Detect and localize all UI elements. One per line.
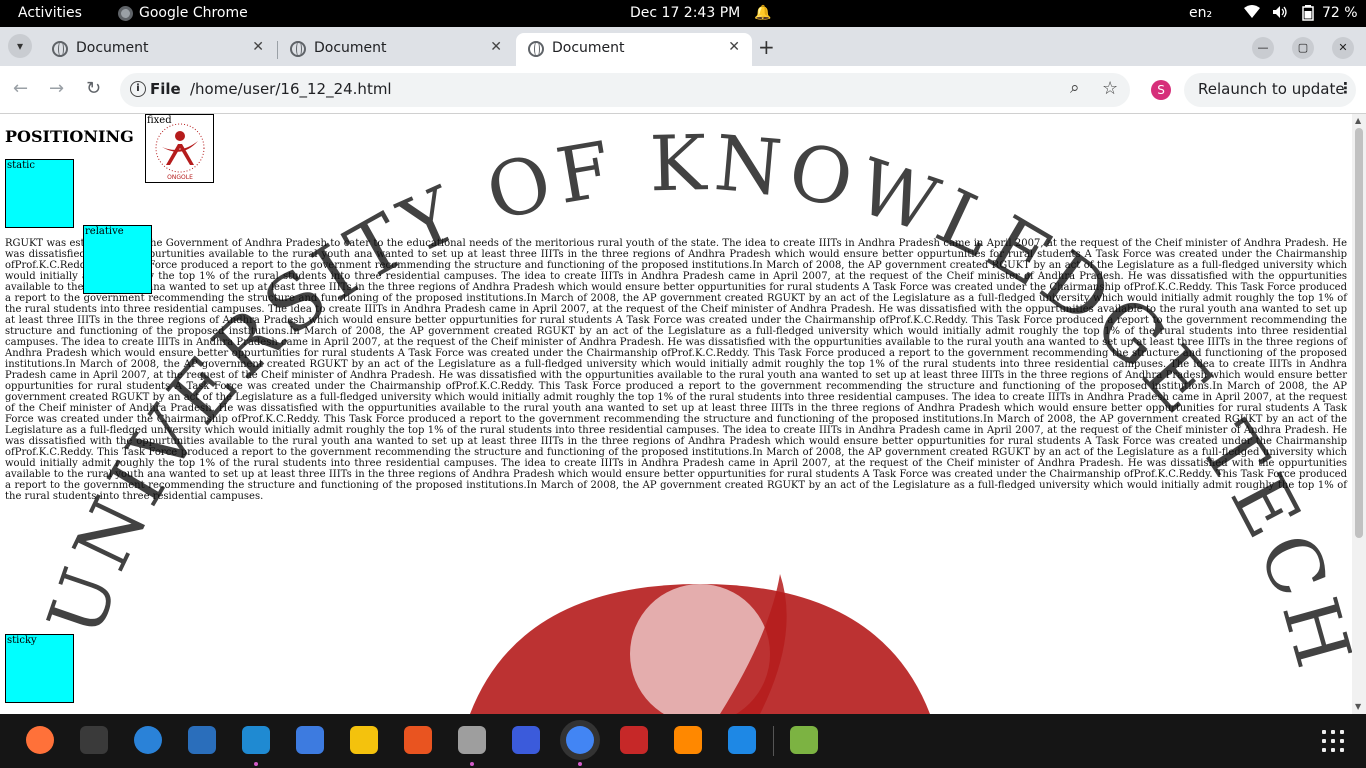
app-menu-label: Google Chrome xyxy=(139,5,248,21)
fixed-logo-box: fixed ONGOLE xyxy=(145,114,214,183)
dock-separator xyxy=(773,726,774,756)
inkscape-like-icon[interactable] xyxy=(620,726,648,754)
battery-percentage: 72 % xyxy=(1322,5,1358,21)
clock[interactable]: Dec 17 2:43 PM xyxy=(630,5,740,21)
relative-label: relative xyxy=(85,226,124,237)
running-indicator xyxy=(470,762,474,766)
logo-caption: ONGOLE xyxy=(167,174,193,181)
show-apps-grid-icon[interactable] xyxy=(1322,730,1344,752)
libreoffice-writer-icon[interactable] xyxy=(188,726,216,754)
static-box: static xyxy=(5,159,74,228)
globe-icon xyxy=(52,41,68,57)
minimize-icon[interactable]: — xyxy=(1252,37,1274,59)
reload-icon[interactable]: ↻ xyxy=(86,78,101,99)
rhythmbox-icon[interactable] xyxy=(350,726,378,754)
vscode-icon[interactable] xyxy=(242,726,270,754)
activities-button[interactable]: Activities xyxy=(18,5,82,21)
scroll-down-icon[interactable]: ▼ xyxy=(1355,702,1361,711)
maximize-icon[interactable]: ▢ xyxy=(1292,37,1314,59)
back-arrow-icon[interactable]: ← xyxy=(13,78,28,99)
chrome-icon xyxy=(118,5,133,21)
system-top-bar: Activities Google Chrome Dec 17 2:43 PM … xyxy=(0,0,1366,27)
tab-title: Document xyxy=(552,40,625,56)
text-editor-icon[interactable] xyxy=(296,726,324,754)
site-info-icon[interactable]: i xyxy=(130,81,146,97)
relaunch-to-update-button[interactable]: Relaunch to update ⋮ xyxy=(1184,73,1356,107)
body-paragraph: RGUKT was established by the Government … xyxy=(5,238,1347,502)
close-window-icon[interactable]: ✕ xyxy=(1332,37,1354,59)
globe-icon xyxy=(528,41,544,57)
battery-icon[interactable] xyxy=(1302,5,1314,25)
page-title: POSITIONING xyxy=(5,127,134,146)
forward-arrow-icon[interactable]: → xyxy=(49,78,64,99)
app-menu[interactable]: Google Chrome xyxy=(118,5,248,21)
trash-icon[interactable] xyxy=(790,726,818,754)
audio-app-icon[interactable] xyxy=(512,726,540,754)
notification-bell-icon: 🔔 xyxy=(754,5,772,21)
running-indicator xyxy=(578,762,582,766)
tab-search-dropdown-icon[interactable]: ▾ xyxy=(8,34,32,58)
running-indicator xyxy=(254,762,258,766)
address-bar[interactable]: i File /home/user/16_12_24.html ⌕ ☆ xyxy=(120,73,1130,107)
scroll-up-icon[interactable]: ▲ xyxy=(1355,116,1361,125)
firefox-icon[interactable] xyxy=(26,726,54,754)
kebab-menu-icon[interactable]: ⋮ xyxy=(1338,79,1353,97)
browser-toolbar: ← → ↻ i File /home/user/16_12_24.html ⌕ … xyxy=(0,66,1366,114)
chrome-icon[interactable] xyxy=(566,726,594,754)
volume-icon[interactable] xyxy=(1272,5,1288,23)
scrollbar-thumb[interactable] xyxy=(1355,128,1363,538)
url-scheme-label: File xyxy=(150,80,181,98)
close-tab-icon[interactable]: ✕ xyxy=(728,39,740,55)
terminal-icon[interactable] xyxy=(80,726,108,754)
new-tab-icon[interactable]: + xyxy=(758,35,775,59)
dock xyxy=(0,714,1366,768)
bookmark-star-icon[interactable]: ☆ xyxy=(1102,78,1118,99)
url-text[interactable]: /home/user/16_12_24.html xyxy=(190,80,392,98)
sticky-box: sticky xyxy=(5,634,74,703)
software-center-icon[interactable] xyxy=(404,726,432,754)
help-icon[interactable] xyxy=(728,726,756,754)
static-label: static xyxy=(7,160,35,171)
globe-icon xyxy=(290,41,306,57)
vlc-icon[interactable] xyxy=(674,726,702,754)
wifi-icon[interactable] xyxy=(1244,5,1260,23)
tab-title: Document xyxy=(314,40,387,56)
close-tab-icon[interactable]: ✕ xyxy=(252,39,264,55)
tab-title: Document xyxy=(76,40,149,56)
files-icon[interactable] xyxy=(458,726,486,754)
tab-document-1[interactable]: Document ✕ xyxy=(40,33,276,66)
vertical-scrollbar[interactable]: ▲ ▼ xyxy=(1352,114,1366,714)
page-viewport[interactable]: UNIVERSITY OF KNOWLEDGE TECHNOLOGIES POS… xyxy=(0,114,1352,714)
close-tab-icon[interactable]: ✕ xyxy=(490,39,502,55)
sticky-label: sticky xyxy=(7,635,37,646)
relative-box: relative xyxy=(83,225,152,294)
thunderbird-icon[interactable] xyxy=(134,726,162,754)
relaunch-label: Relaunch to update xyxy=(1198,80,1345,98)
tab-document-3-active[interactable]: Document ✕ xyxy=(516,33,752,66)
profile-avatar[interactable]: S xyxy=(1151,80,1171,100)
zoom-icon[interactable]: ⌕ xyxy=(1070,78,1080,98)
tab-document-2[interactable]: Document ✕ xyxy=(278,33,514,66)
input-language-indicator[interactable]: en₂ xyxy=(1189,5,1212,21)
tab-strip: ▾ Document ✕ Document ✕ Document ✕ + — ▢… xyxy=(0,27,1366,66)
fixed-label: fixed xyxy=(147,115,172,126)
